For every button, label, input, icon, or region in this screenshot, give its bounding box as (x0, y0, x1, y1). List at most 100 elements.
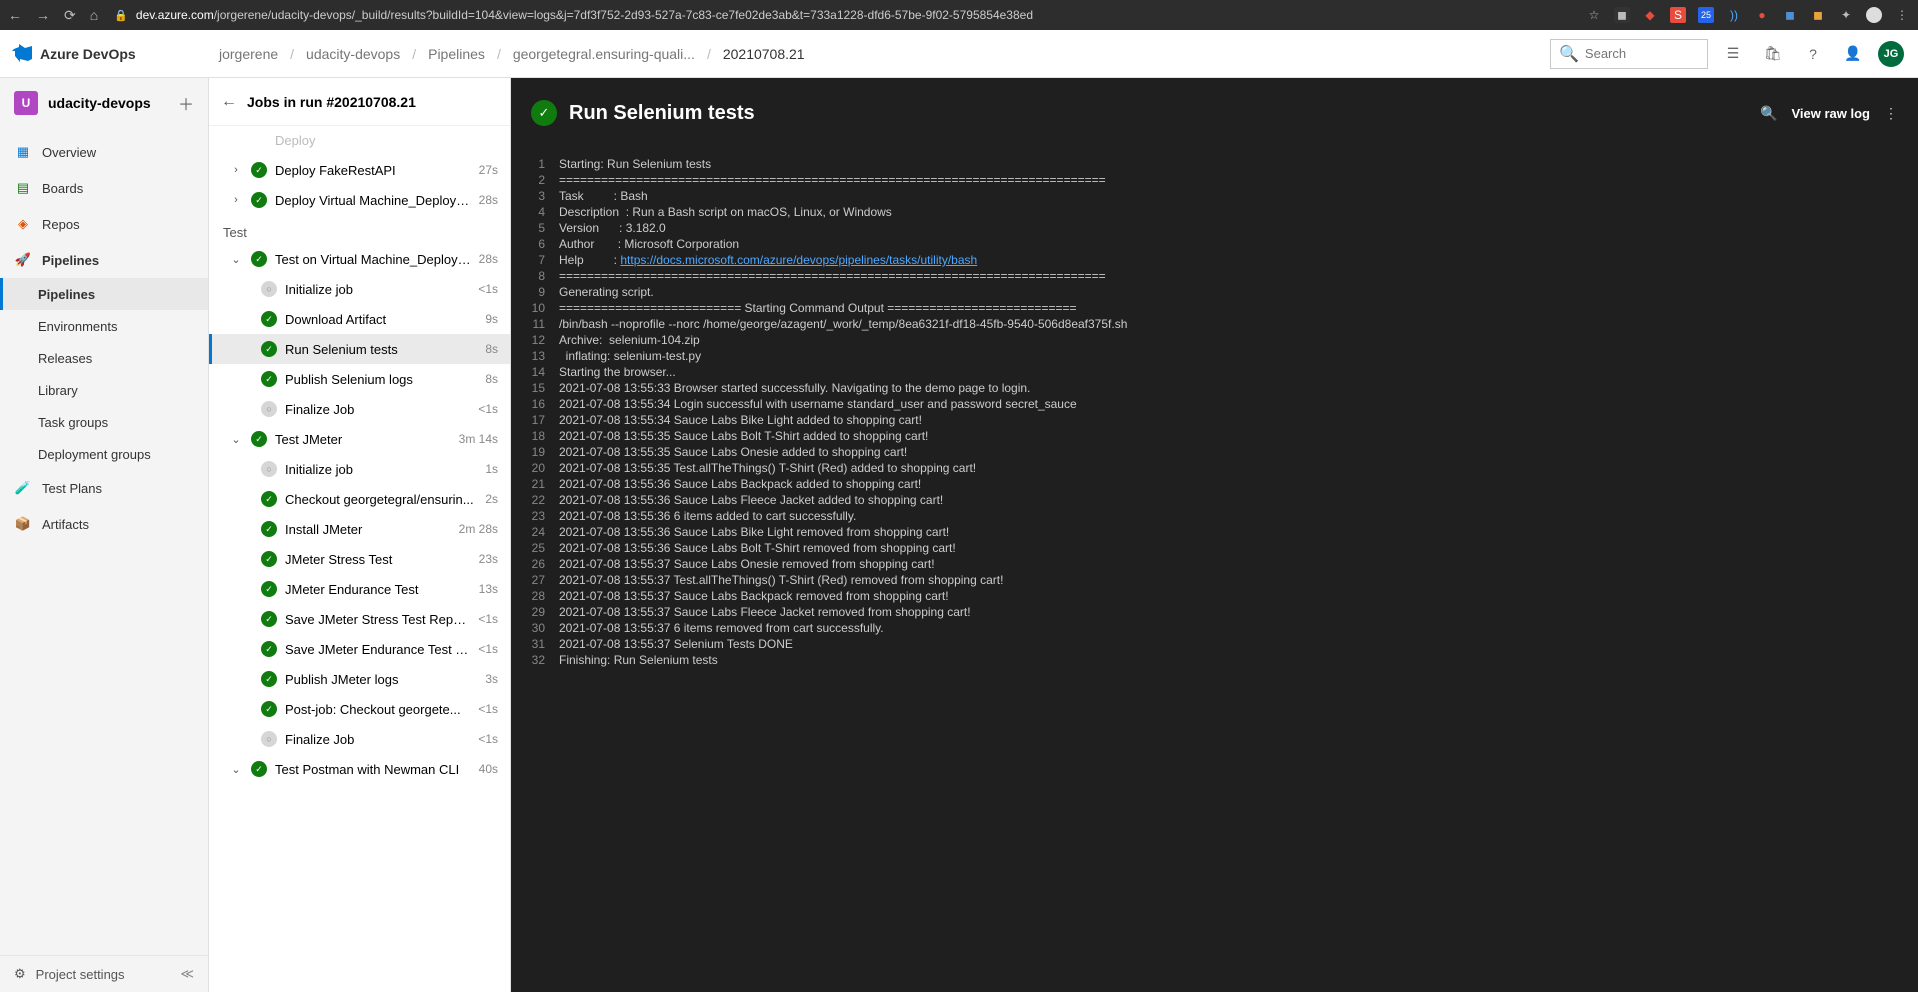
extensions-icon[interactable]: ✦ (1838, 7, 1854, 23)
nav-subitem-releases[interactable]: Releases (0, 342, 208, 374)
step-row[interactable]: ✓Save JMeter Endurance Test R...<1s (209, 634, 510, 664)
step-row[interactable]: ○Finalize Job<1s (209, 394, 510, 424)
step-row[interactable]: ✓Publish JMeter logs3s (209, 664, 510, 694)
nav-item-overview[interactable]: ▦Overview (0, 134, 208, 170)
nav-subitem-environments[interactable]: Environments (0, 310, 208, 342)
reload-icon[interactable]: ⟳ (64, 7, 76, 24)
log-text: ========================== Starting Comm… (559, 300, 1076, 316)
nav-item-repos[interactable]: ◈Repos (0, 206, 208, 242)
job-row[interactable]: ⌄✓Test JMeter3m 14s (209, 424, 510, 454)
breadcrumb-item[interactable]: 20210708.21 (723, 46, 805, 62)
job-row[interactable]: Deploy (209, 126, 510, 155)
log-body[interactable]: 1Starting: Run Selenium tests2 ==========… (511, 148, 1918, 992)
step-row[interactable]: ✓Save JMeter Stress Test Repor...<1s (209, 604, 510, 634)
nav-subitem-task-groups[interactable]: Task groups (0, 406, 208, 438)
profile-avatar-icon[interactable] (1866, 7, 1882, 23)
log-line: 222021-07-08 13:55:36 Sauce Labs Fleece … (511, 492, 1918, 508)
chevron-icon[interactable]: ⌄ (229, 253, 243, 266)
success-icon: ✓ (261, 581, 277, 597)
address-bar[interactable]: 🔒 dev.azure.com/jorgerene/udacity-devops… (114, 8, 1586, 22)
step-row[interactable]: ○Initialize job<1s (209, 274, 510, 304)
shopping-icon[interactable]: 🛍 (1758, 39, 1788, 69)
step-row[interactable]: ✓Post-job: Checkout georgete...<1s (209, 694, 510, 724)
nav-subitem-library[interactable]: Library (0, 374, 208, 406)
log-text: 2021-07-08 13:55:36 Sauce Labs Bolt T-Sh… (559, 540, 956, 556)
list-icon[interactable]: ☰ (1718, 39, 1748, 69)
breadcrumb-item[interactable]: udacity-devops (306, 46, 400, 62)
search-input[interactable] (1585, 46, 1699, 61)
job-row[interactable]: ›✓Deploy Virtual Machine_Deploy_...28s (209, 185, 510, 215)
user-settings-icon[interactable]: 👤 (1838, 39, 1868, 69)
step-row[interactable]: ○Initialize job1s (209, 454, 510, 484)
back-arrow-icon[interactable]: ← (221, 93, 237, 111)
job-row[interactable]: ›✓Deploy FakeRestAPI27s (209, 155, 510, 185)
nav-subitem-deployment-groups[interactable]: Deployment groups (0, 438, 208, 470)
success-icon: ✓ (261, 491, 277, 507)
app-header: Azure DevOps jorgerene/udacity-devops/Pi… (0, 30, 1918, 78)
home-icon[interactable]: ⌂ (90, 7, 98, 23)
forward-icon[interactable]: → (36, 7, 50, 23)
project-settings-link[interactable]: ⚙ Project settings ≪ (0, 955, 208, 992)
chevron-icon[interactable]: › (229, 164, 243, 176)
collapse-icon[interactable]: ≪ (180, 966, 194, 982)
brand-section[interactable]: Azure DevOps (0, 44, 209, 64)
search-box[interactable]: 🔍 (1550, 39, 1708, 69)
step-row[interactable]: ✓Checkout georgetegral/ensurin...2s (209, 484, 510, 514)
log-line: 152021-07-08 13:55:33 Browser started su… (511, 380, 1918, 396)
more-icon[interactable]: ⋮ (1884, 105, 1898, 122)
log-line: 212021-07-08 13:55:36 Sauce Labs Backpac… (511, 476, 1918, 492)
line-number: 24 (511, 524, 559, 540)
user-avatar[interactable]: JG (1878, 41, 1904, 67)
ext-icon[interactable]: ◼ (1810, 7, 1826, 23)
help-icon[interactable]: ? (1798, 39, 1828, 69)
ext-icon[interactable]: ◼ (1614, 7, 1630, 23)
add-project-icon[interactable]: ＋ (178, 91, 194, 115)
ext-icon[interactable]: ◼ (1782, 7, 1798, 23)
step-row[interactable]: ✓Publish Selenium logs8s (209, 364, 510, 394)
log-text: 2021-07-08 13:55:37 Sauce Labs Onesie re… (559, 556, 935, 572)
ext-icon[interactable]: ● (1754, 7, 1770, 23)
chevron-icon[interactable]: ⌄ (229, 763, 243, 776)
step-row[interactable]: ✓Download Artifact9s (209, 304, 510, 334)
view-raw-log-button[interactable]: View raw log (1791, 106, 1870, 121)
log-line: 9Generating script. (511, 284, 1918, 300)
artifacts-icon: 📦 (14, 515, 32, 533)
nav-subitem-pipelines[interactable]: Pipelines (0, 278, 208, 310)
line-number: 17 (511, 412, 559, 428)
step-row[interactable]: ✓JMeter Stress Test23s (209, 544, 510, 574)
breadcrumb-item[interactable]: jorgerene (219, 46, 278, 62)
ext-icon[interactable]: S (1670, 7, 1686, 23)
breadcrumb-item[interactable]: georgetegral.ensuring-quali... (513, 46, 695, 62)
ext-icon[interactable]: 25 (1698, 7, 1714, 23)
back-icon[interactable]: ← (8, 7, 22, 23)
job-duration: 28s (479, 252, 498, 266)
step-row[interactable]: ✓Install JMeter2m 28s (209, 514, 510, 544)
menu-icon[interactable]: ⋮ (1894, 7, 1910, 23)
line-number: 2 (511, 172, 559, 188)
project-row[interactable]: U udacity-devops ＋ (0, 78, 208, 128)
ext-icon[interactable]: ◆ (1642, 7, 1658, 23)
step-row[interactable]: ✓Run Selenium tests8s (209, 334, 510, 364)
log-line: 1Starting: Run Selenium tests (511, 156, 1918, 172)
nav-item-pipelines[interactable]: 🚀Pipelines (0, 242, 208, 278)
breadcrumb-item[interactable]: Pipelines (428, 46, 485, 62)
step-row[interactable]: ✓JMeter Endurance Test13s (209, 574, 510, 604)
line-number: 12 (511, 332, 559, 348)
log-line: 13 inflating: selenium-test.py (511, 348, 1918, 364)
nav-item-artifacts[interactable]: 📦Artifacts (0, 506, 208, 542)
skip-icon: ○ (261, 401, 277, 417)
ext-icon[interactable]: )) (1726, 7, 1742, 23)
log-search-icon[interactable]: 🔍 (1760, 105, 1777, 122)
jobs-list[interactable]: Deploy›✓Deploy FakeRestAPI27s›✓Deploy Vi… (209, 126, 510, 992)
nav-item-test-plans[interactable]: 🧪Test Plans (0, 470, 208, 506)
star-icon[interactable]: ☆ (1586, 7, 1602, 23)
step-row[interactable]: ○Finalize Job<1s (209, 724, 510, 754)
chevron-icon[interactable]: › (229, 194, 243, 206)
job-name: Finalize Job (285, 732, 470, 747)
chevron-icon[interactable]: ⌄ (229, 433, 243, 446)
job-row[interactable]: ⌄✓Test on Virtual Machine_Deploy_...28s (209, 244, 510, 274)
nav-item-boards[interactable]: ▤Boards (0, 170, 208, 206)
job-row[interactable]: ⌄✓Test Postman with Newman CLI40s (209, 754, 510, 784)
log-text: Help : https://docs.microsoft.com/azure/… (559, 252, 977, 268)
log-link[interactable]: https://docs.microsoft.com/azure/devops/… (620, 253, 977, 267)
